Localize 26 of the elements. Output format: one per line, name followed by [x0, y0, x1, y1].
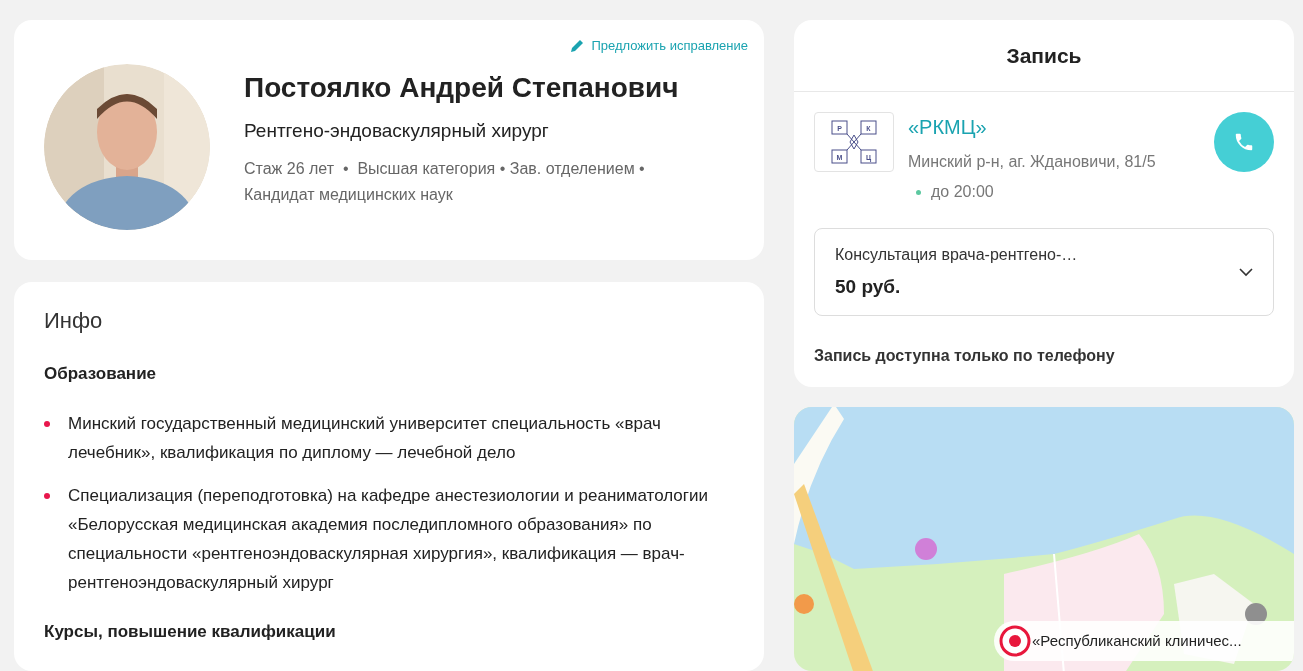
- opening-hours: до 20:00: [931, 182, 994, 202]
- clinic-address: Минский р-н, аг. Ждановичи, 81/5: [908, 152, 1157, 172]
- section-title: Инфо: [44, 307, 104, 335]
- map-place-name: «Республиканский клиничес...: [1032, 630, 1242, 651]
- chevron-down-icon: [1239, 267, 1253, 277]
- service-name: Консультация врача-рентгено-…: [835, 244, 1079, 265]
- subsection-heading: Курсы, повышение квалификации: [44, 620, 337, 643]
- suggest-edit-link[interactable]: Предложить исправление: [569, 36, 748, 56]
- booking-note: Запись доступна только по телефону: [814, 346, 1116, 366]
- phone-icon: [1233, 131, 1255, 153]
- bullet-icon: [44, 420, 50, 427]
- clinic-link[interactable]: «РКМЦ»: [908, 112, 1200, 142]
- list-item-text: Специализация (переподготовка) на кафедре анестезиологии и реаниматологии «Белорусская медицинская академия последипломного образования» по специальности «рентгеноэндоваскулярная хирургия», квалификация — врач-рентгеноэндоваскулярный хирург: [68, 484, 709, 594]
- subsection-heading: Образование: [44, 363, 158, 385]
- bullet-icon: [44, 492, 50, 499]
- list-item-text: Минский государственный медицинский университет специальность «врач лечебник», квалификация по диплому — лечебной дело: [68, 412, 662, 464]
- doctor-facts: Стаж 26 лет • Высшая категория • Зав. отделением • Кандидат медицинских наук: [244, 158, 646, 205]
- doctor-name: Постоялко Андрей Степанович: [244, 71, 680, 105]
- service-price: 50 руб.: [835, 274, 902, 299]
- doctor-specialty: Рентгено-эндоваскулярный хирург: [244, 119, 550, 143]
- call-button[interactable]: [1214, 112, 1274, 172]
- service-select[interactable]: Консультация врача-рентгено-… 50 руб.: [814, 228, 1274, 316]
- booking-title: Запись: [1006, 42, 1082, 69]
- logo-drawing: [831, 120, 877, 164]
- map-pin-icon: [999, 625, 1031, 657]
- pencil-icon: [569, 37, 586, 54]
